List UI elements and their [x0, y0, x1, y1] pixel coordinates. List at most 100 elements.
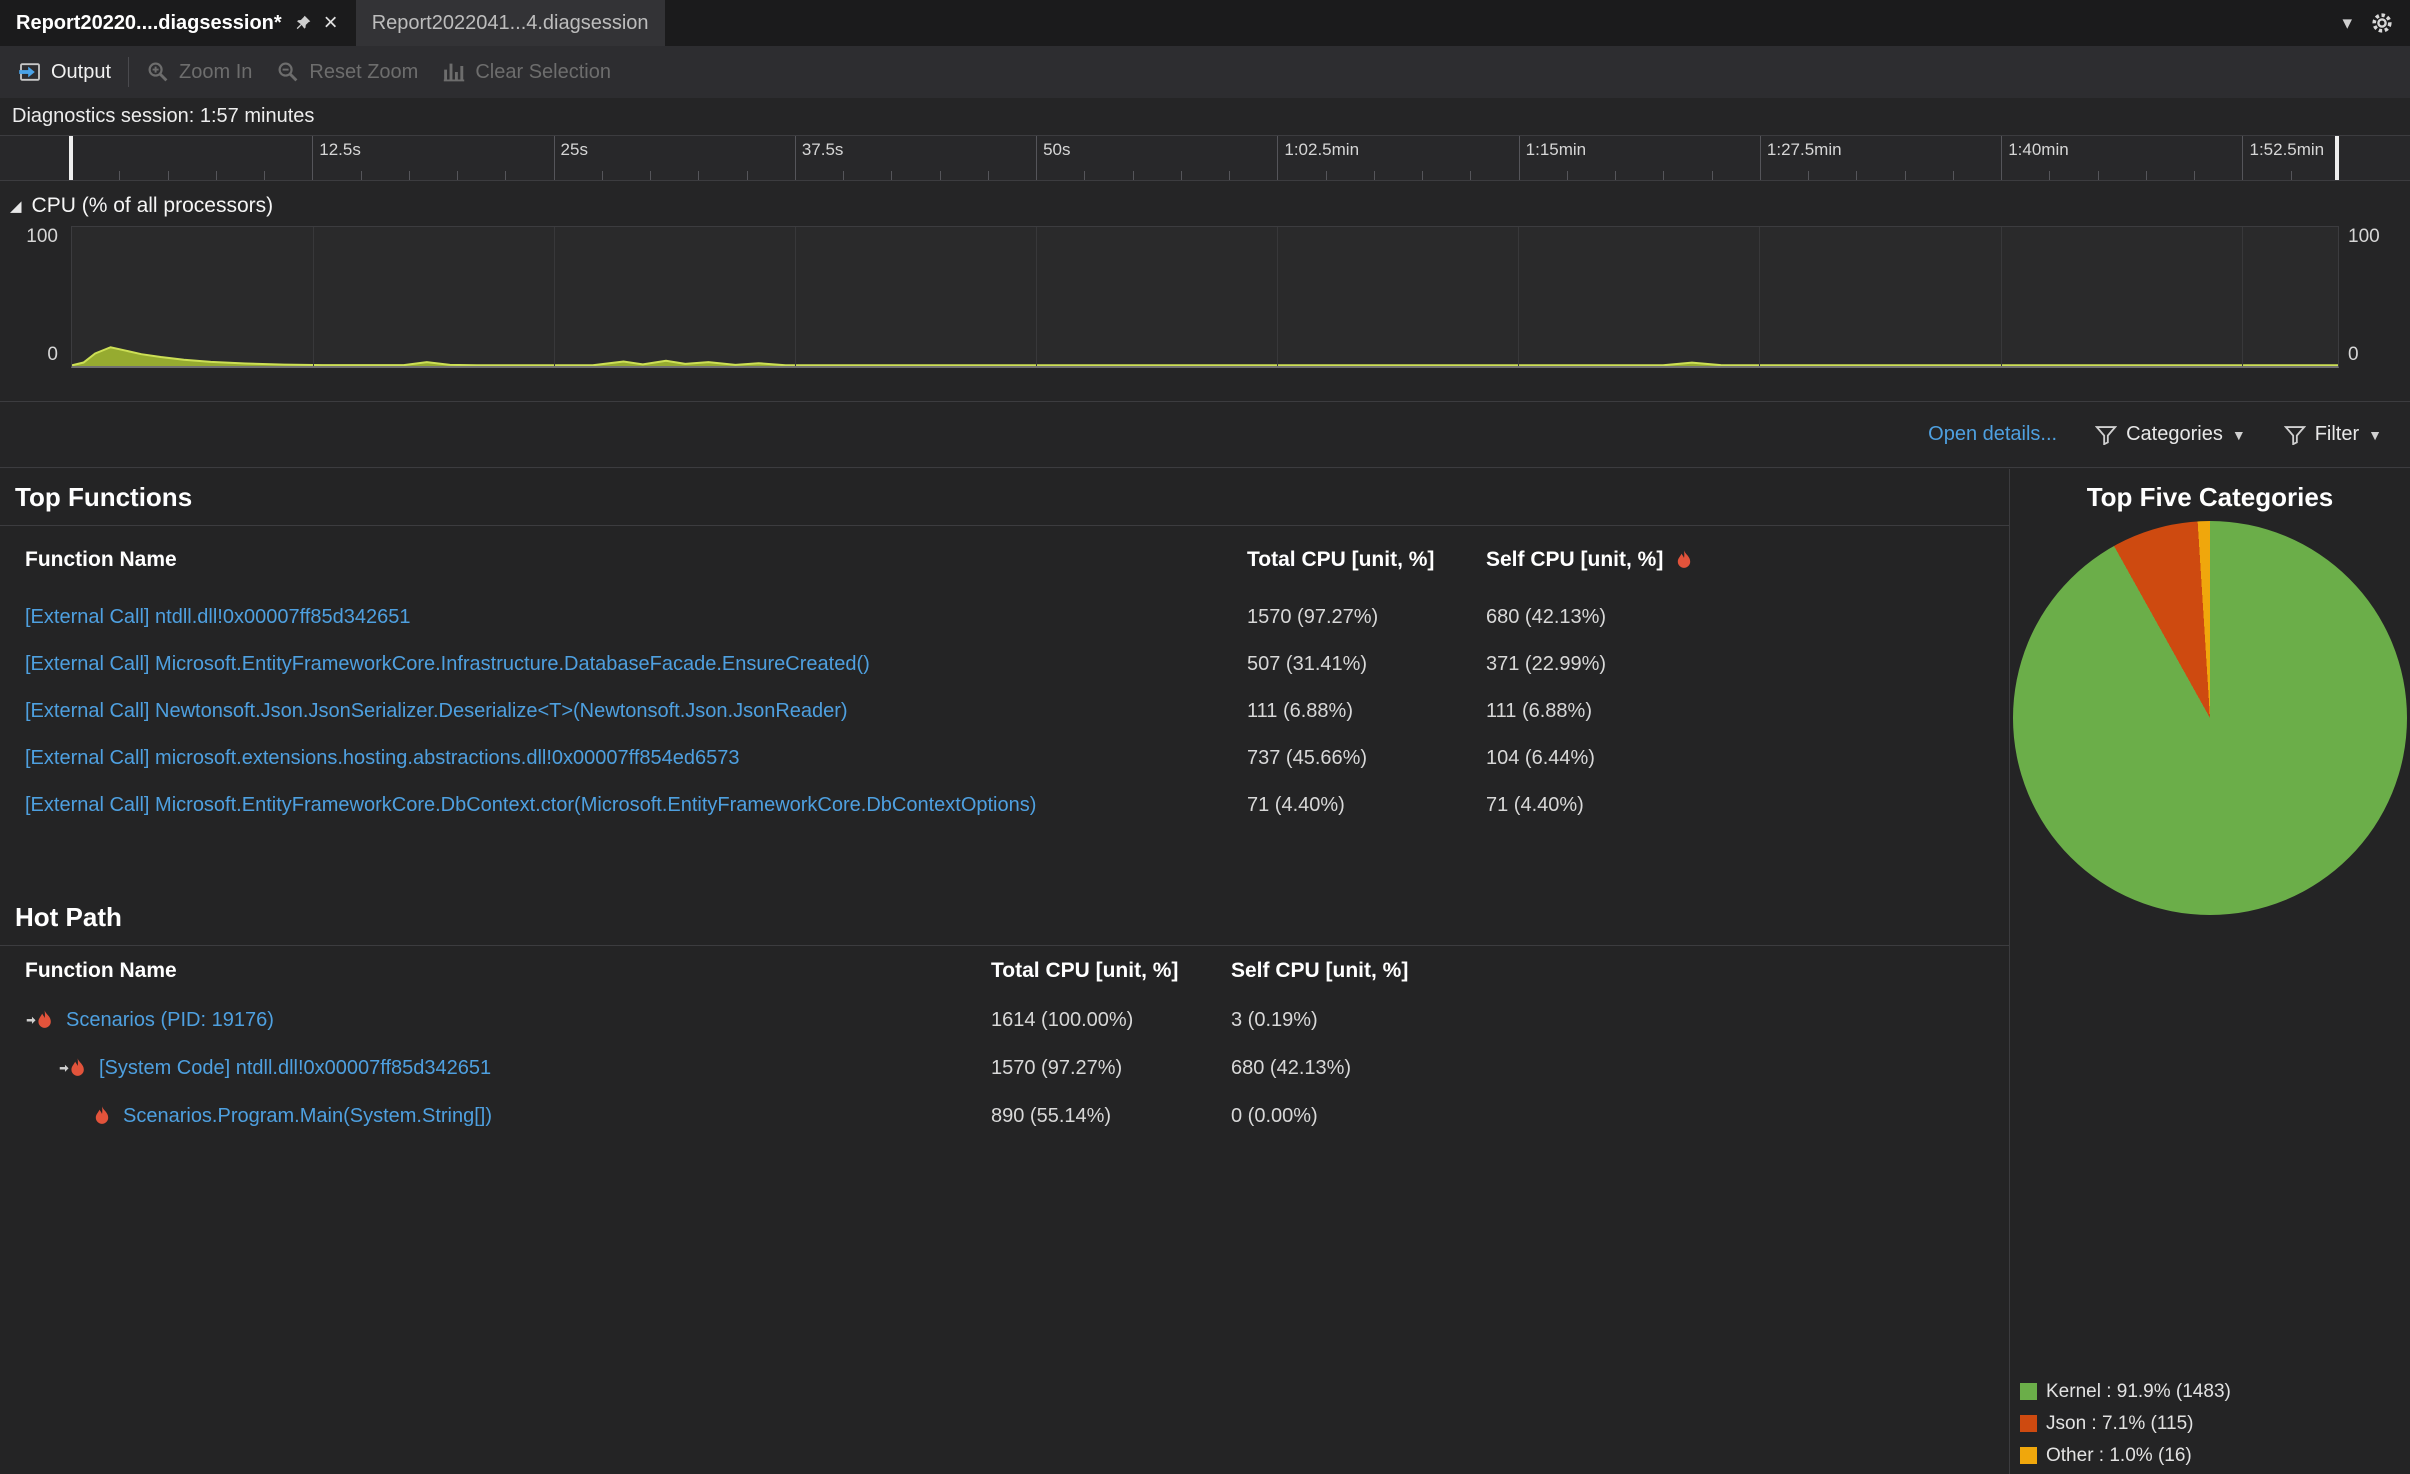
- cpu-gridline: [1759, 227, 1761, 366]
- output-button[interactable]: Output: [6, 46, 123, 98]
- function-link[interactable]: Scenarios (PID: 19176): [66, 1009, 274, 1032]
- y-axis-max-left: 100: [26, 226, 58, 247]
- close-icon[interactable]: ×: [324, 11, 338, 35]
- top-functions-rows: [External Call] ntdll.dll!0x00007ff85d34…: [0, 594, 2009, 829]
- self-cpu-cell: 104 (6.44%): [1486, 747, 1595, 769]
- gear-icon[interactable]: [2370, 11, 2394, 35]
- categories-title: Top Five Categories: [2086, 482, 2334, 512]
- legend-label: Json : 7.1% (115): [2046, 1412, 2194, 1434]
- timeline-tick-label: 25s: [560, 140, 588, 159]
- col-total-cpu[interactable]: Total CPU [unit, %]: [991, 959, 1231, 983]
- timeline-major-tick: [1759, 136, 1761, 180]
- flame-icon: [1673, 549, 1695, 571]
- cpu-section-header[interactable]: ◢ CPU (% of all processors): [0, 188, 273, 224]
- col-self-cpu[interactable]: Self CPU [unit, %]: [1231, 959, 2009, 983]
- functions-panel: Top Functions Function Name Total CPU [u…: [0, 469, 2009, 1474]
- chevron-down-icon: ▼: [2368, 426, 2382, 443]
- timeline-minor-tick: [1952, 171, 1954, 180]
- table-row: [External Call] microsoft.extensions.hos…: [0, 735, 2009, 782]
- session-label: Diagnostics session: 1:57 minutes: [12, 105, 315, 127]
- cpu-area-svg: [72, 227, 2338, 366]
- legend-label: Kernel : 91.9% (1483): [2046, 1380, 2231, 1402]
- toolbar: Output Zoom In Reset Zoom Clear Selectio…: [0, 46, 2410, 98]
- timeline-minor-tick: [698, 171, 700, 180]
- timeline-ruler[interactable]: 12.5s 25s 37.5s 50s 1:02.5min 1:15min 1:27.5mi…: [0, 135, 2410, 181]
- total-cpu-cell: 507 (31.41%): [1247, 653, 1368, 675]
- timeline-minor-tick: [2145, 171, 2147, 180]
- selection-handle-left[interactable]: [69, 136, 73, 180]
- function-name-cell: Scenarios (PID: 19176): [25, 1009, 991, 1032]
- reset-zoom-button[interactable]: Reset Zoom: [264, 46, 430, 98]
- cpu-section-title: CPU (% of all processors): [31, 194, 274, 217]
- timeline-minor-tick: [1615, 171, 1617, 180]
- timeline-minor-tick: [2049, 171, 2051, 180]
- col-self-cpu[interactable]: Self CPU [unit, %]: [1486, 548, 2009, 572]
- zoom-in-button[interactable]: Zoom In: [134, 46, 264, 98]
- cpu-gridline: [313, 227, 315, 366]
- clear-selection-button[interactable]: Clear Selection: [430, 46, 623, 98]
- function-name-cell: [System Code] ntdll.dll!0x00007ff85d3426…: [25, 1057, 991, 1080]
- timeline-minor-tick: [119, 171, 121, 180]
- timeline-minor-tick: [1856, 171, 1858, 180]
- col-self-cpu-label: Self CPU [unit, %]: [1486, 548, 1664, 571]
- function-link[interactable]: [External Call] Microsoft.EntityFramewor…: [25, 653, 870, 675]
- cpu-gridline: [2000, 227, 2002, 366]
- timeline-minor-tick: [408, 171, 410, 180]
- cpu-plot[interactable]: [71, 226, 2339, 368]
- output-icon: [18, 60, 42, 84]
- expander-triangle-icon[interactable]: ◢: [10, 197, 22, 215]
- selection-handle-right[interactable]: [2335, 136, 2339, 180]
- function-link[interactable]: [External Call] Microsoft.EntityFramewor…: [25, 794, 1036, 816]
- function-link[interactable]: [External Call] microsoft.extensions.hos…: [25, 747, 740, 769]
- function-link[interactable]: Scenarios.Program.Main(System.String[]): [123, 1105, 492, 1128]
- zoom-in-label: Zoom In: [179, 60, 253, 83]
- timeline-minor-tick: [1422, 171, 1424, 180]
- function-link[interactable]: [External Call] ntdll.dll!0x00007ff85d34…: [25, 606, 410, 628]
- tab-report-active[interactable]: Report20220....diagsession* ×: [0, 0, 354, 46]
- timeline-tick-label: 1:02.5min: [1284, 140, 1360, 159]
- cpu-gridline: [554, 227, 556, 366]
- chevron-down-icon: ▼: [2231, 426, 2246, 443]
- table-row: [External Call] ntdll.dll!0x00007ff85d34…: [0, 594, 2009, 641]
- function-name-cell: [External Call] Newtonsoft.Json.JsonSeri…: [25, 700, 1247, 723]
- open-details-link[interactable]: Open details...: [1928, 423, 2057, 446]
- tab-label: Report20220....diagsession*: [16, 11, 282, 34]
- chevron-down-icon[interactable]: ▾: [2342, 12, 2352, 35]
- timeline-major-tick: [2001, 136, 2003, 180]
- timeline-minor-tick: [167, 171, 169, 180]
- tab-report-inactive[interactable]: Report2022041...4.diagsession: [355, 0, 665, 46]
- pin-icon[interactable]: [294, 14, 312, 32]
- timeline-minor-tick: [2290, 171, 2292, 180]
- hot-path-row: Scenarios (PID: 19176) 1614 (100.00%) 3 (0…: [0, 996, 2009, 1044]
- flame-arrow-icon: [25, 1009, 56, 1031]
- categories-dropdown[interactable]: Categories ▼: [2095, 423, 2246, 446]
- timeline-minor-tick: [2097, 171, 2099, 180]
- filter-dropdown[interactable]: Filter ▼: [2283, 423, 2382, 446]
- col-function-name[interactable]: Function Name: [25, 548, 1247, 572]
- function-name-cell: [External Call] microsoft.extensions.hos…: [25, 747, 1247, 770]
- hot-path-row: [System Code] ntdll.dll!0x00007ff85d3426…: [0, 1044, 2009, 1092]
- table-row: [External Call] Microsoft.EntityFramewor…: [0, 641, 2009, 688]
- y-axis-max-right: 100: [2348, 226, 2380, 247]
- function-name-cell: [External Call] Microsoft.EntityFramewor…: [25, 794, 1247, 817]
- col-function-name[interactable]: Function Name: [25, 959, 991, 983]
- total-cpu-cell: 1614 (100.00%): [991, 1008, 1134, 1031]
- self-cpu-cell: 0 (0.00%): [1231, 1104, 1318, 1127]
- reset-zoom-label: Reset Zoom: [309, 60, 419, 83]
- function-name-cell: Scenarios.Program.Main(System.String[]): [25, 1105, 991, 1128]
- timeline-minor-tick: [1566, 171, 1568, 180]
- diagnostics-window: Report20220....diagsession* × Report2022…: [0, 0, 2410, 1474]
- function-link[interactable]: [External Call] Newtonsoft.Json.JsonSeri…: [25, 700, 848, 722]
- col-total-cpu[interactable]: Total CPU [unit, %]: [1247, 548, 1486, 572]
- timeline-tick-label: 1:15min: [1525, 140, 1587, 159]
- y-axis-min-left: 0: [47, 344, 58, 365]
- function-link[interactable]: [System Code] ntdll.dll!0x00007ff85d3426…: [99, 1057, 491, 1080]
- tab-bar-right: ▾: [2342, 0, 2410, 46]
- self-cpu-cell: 371 (22.99%): [1486, 653, 1607, 675]
- self-cpu-cell: 3 (0.19%): [1231, 1008, 1318, 1031]
- self-cpu-cell: 680 (42.13%): [1486, 606, 1607, 628]
- timeline-tick-label: 1:52.5min: [2249, 140, 2325, 159]
- cpu-chart: 100 0 100 0: [0, 226, 2410, 370]
- timeline-minor-tick: [1229, 171, 1231, 180]
- legend-swatch: [2020, 1415, 2037, 1432]
